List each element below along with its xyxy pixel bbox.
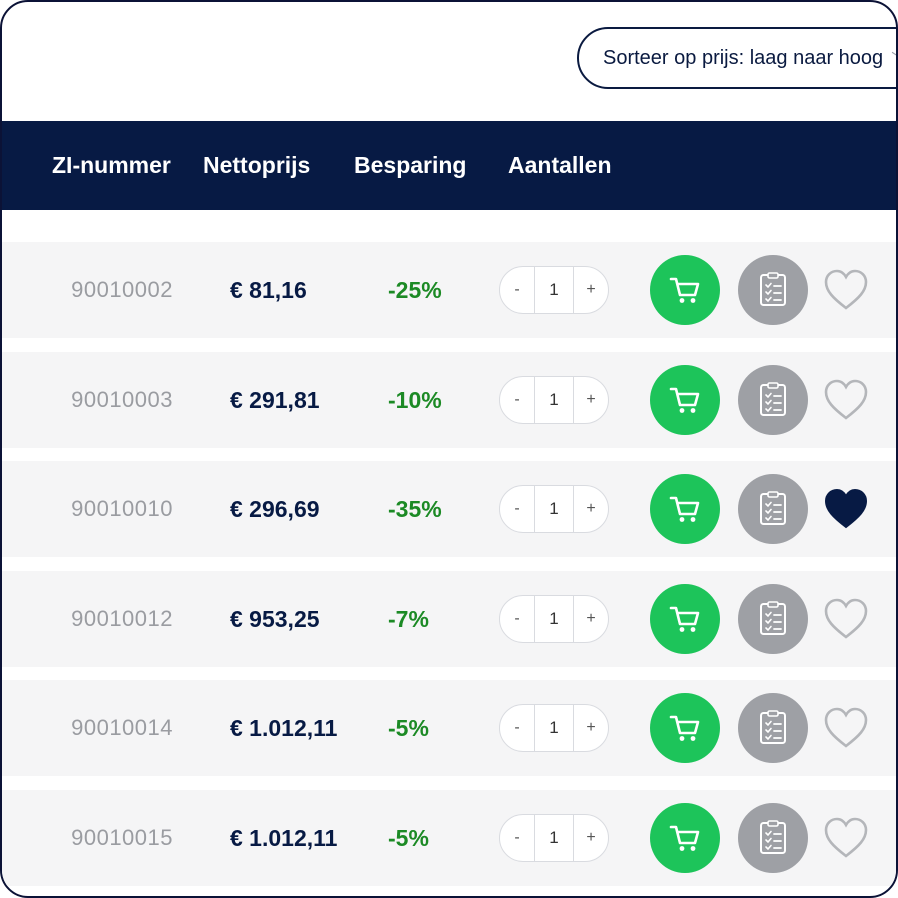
quantity-value[interactable]: 1 [534, 705, 574, 751]
net-price: € 291,81 [230, 386, 320, 413]
cart-icon [669, 715, 700, 741]
table-row: 90010003 € 291,81 -10% - 1 + [2, 352, 896, 448]
quantity-value[interactable]: 1 [534, 596, 574, 642]
quantity-stepper: - 1 + [499, 814, 609, 862]
net-price: € 81,16 [230, 276, 307, 303]
heart-icon[interactable] [823, 378, 869, 422]
table-header: ZI-nummer Nettoprijs Besparing Aantallen [2, 121, 896, 210]
add-to-cart-button[interactable] [650, 693, 720, 763]
quantity-stepper: - 1 + [499, 266, 609, 314]
table-row: 90010014 € 1.012,11 -5% - 1 + [2, 680, 896, 776]
increase-button[interactable]: + [574, 267, 608, 313]
chevron-down-icon: ﹀ [891, 46, 896, 70]
add-to-cart-button[interactable] [650, 365, 720, 435]
quantity-value[interactable]: 1 [534, 377, 574, 423]
add-to-list-button[interactable] [738, 255, 808, 325]
decrease-button[interactable]: - [500, 377, 534, 423]
list-icon [760, 710, 786, 744]
zi-number: 90010012 [71, 606, 173, 631]
add-to-list-button[interactable] [738, 584, 808, 654]
list-icon [760, 601, 786, 635]
cart-icon [669, 387, 700, 413]
column-nettoprijs[interactable]: Nettoprijs [203, 121, 310, 210]
add-to-list-button[interactable] [738, 693, 808, 763]
sort-label: Sorteer op prijs: laag naar hoog [603, 46, 884, 69]
add-to-cart-button[interactable] [650, 474, 720, 544]
sort-dropdown[interactable]: Sorteer op prijs: laag naar hoog ﹀ [577, 27, 896, 89]
table-row: 90010002 € 81,16 -25% - 1 + [2, 242, 896, 338]
column-aantallen[interactable]: Aantallen [508, 121, 612, 210]
increase-button[interactable]: + [574, 377, 608, 423]
net-price: € 1.012,11 [230, 714, 338, 741]
net-price: € 953,25 [230, 605, 320, 632]
saving-percentage: -7% [388, 605, 429, 632]
heart-icon[interactable] [823, 706, 869, 750]
cart-icon [669, 825, 700, 851]
quantity-value[interactable]: 1 [534, 267, 574, 313]
zi-number: 90010015 [71, 825, 173, 850]
increase-button[interactable]: + [574, 815, 608, 861]
decrease-button[interactable]: - [500, 486, 534, 532]
app-frame: Sorteer op prijs: laag naar hoog ﹀ ZI-nu… [0, 0, 898, 898]
zi-number: 90010003 [71, 387, 173, 412]
list-icon [760, 272, 786, 306]
column-besparing[interactable]: Besparing [354, 121, 466, 210]
add-to-cart-button[interactable] [650, 803, 720, 873]
heart-icon[interactable] [823, 597, 869, 641]
saving-percentage: -5% [388, 824, 429, 851]
zi-number: 90010002 [71, 277, 173, 302]
add-to-list-button[interactable] [738, 474, 808, 544]
net-price: € 296,69 [230, 495, 320, 522]
quantity-stepper: - 1 + [499, 485, 609, 533]
quantity-value[interactable]: 1 [534, 815, 574, 861]
increase-button[interactable]: + [574, 705, 608, 751]
table-row: 90010012 € 953,25 -7% - 1 + [2, 571, 896, 667]
zi-number: 90010010 [71, 496, 173, 521]
add-to-list-button[interactable] [738, 803, 808, 873]
decrease-button[interactable]: - [500, 596, 534, 642]
decrease-button[interactable]: - [500, 815, 534, 861]
quantity-stepper: - 1 + [499, 595, 609, 643]
cart-icon [669, 496, 700, 522]
quantity-value[interactable]: 1 [534, 486, 574, 532]
table-row: 90010015 € 1.012,11 -5% - 1 + [2, 790, 896, 886]
list-icon [760, 820, 786, 854]
increase-button[interactable]: + [574, 596, 608, 642]
table-row: 90010010 € 296,69 -35% - 1 + [2, 461, 896, 557]
net-price: € 1.012,11 [230, 824, 338, 851]
cart-icon [669, 606, 700, 632]
list-icon [760, 382, 786, 416]
decrease-button[interactable]: - [500, 705, 534, 751]
saving-percentage: -10% [388, 386, 442, 413]
saving-percentage: -25% [388, 276, 442, 303]
heart-icon[interactable] [823, 268, 869, 312]
add-to-cart-button[interactable] [650, 584, 720, 654]
toolbar: Sorteer op prijs: laag naar hoog ﹀ [2, 2, 896, 121]
heart-icon[interactable] [823, 816, 869, 860]
quantity-stepper: - 1 + [499, 704, 609, 752]
column-zi-nummer[interactable]: ZI-nummer [52, 121, 171, 210]
add-to-cart-button[interactable] [650, 255, 720, 325]
list-icon [760, 491, 786, 525]
add-to-list-button[interactable] [738, 365, 808, 435]
cart-icon [669, 277, 700, 303]
decrease-button[interactable]: - [500, 267, 534, 313]
increase-button[interactable]: + [574, 486, 608, 532]
quantity-stepper: - 1 + [499, 376, 609, 424]
zi-number: 90010014 [71, 715, 173, 740]
saving-percentage: -35% [388, 495, 442, 522]
heart-icon[interactable] [823, 487, 869, 531]
saving-percentage: -5% [388, 714, 429, 741]
